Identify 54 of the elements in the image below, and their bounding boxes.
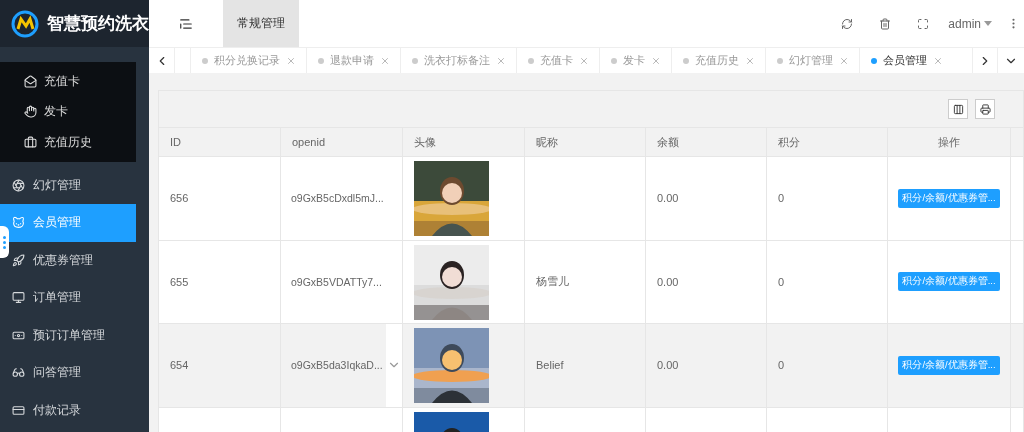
sidebar-item[interactable]: 预订订单管理 bbox=[0, 316, 136, 354]
table-cell: 654 bbox=[170, 359, 189, 372]
sidebar-item[interactable]: 问答管理 bbox=[0, 354, 136, 392]
sidebar-item[interactable]: 付款记录 bbox=[0, 391, 136, 429]
print-button[interactable] bbox=[975, 99, 995, 119]
sidebar-item[interactable]: 订单管理 bbox=[0, 279, 136, 317]
table-cell: 0 bbox=[778, 359, 785, 372]
column-header: 头像 bbox=[414, 134, 436, 150]
table-cell: 0.00 bbox=[657, 359, 679, 372]
submenu-item[interactable]: 发卡 bbox=[0, 96, 136, 127]
header-menu[interactable]: 常规管理 bbox=[223, 0, 299, 47]
table-cell: 0.00 bbox=[657, 192, 679, 205]
table-cell: o9GxB5VDATTy7... bbox=[291, 275, 382, 288]
table-cell: o9GxB5da3IqkaD... bbox=[291, 359, 383, 372]
page-tab[interactable]: 会员管理 bbox=[859, 48, 953, 73]
app-title: 智慧预约洗衣 bbox=[47, 13, 149, 35]
table-cell: 0 bbox=[778, 275, 785, 288]
aperture-icon bbox=[12, 178, 25, 192]
glasses-icon bbox=[12, 366, 25, 380]
cat-icon bbox=[12, 216, 25, 230]
logo-icon bbox=[11, 9, 39, 38]
columns-button[interactable] bbox=[948, 99, 968, 119]
envelope-icon bbox=[24, 74, 37, 88]
sidebar-item[interactable]: 优惠券管理 bbox=[0, 241, 136, 279]
submenu-item[interactable]: 充值卡 bbox=[0, 66, 136, 97]
refresh-icon[interactable] bbox=[841, 17, 854, 30]
card-icon bbox=[12, 403, 25, 417]
menu-icon[interactable] bbox=[179, 16, 193, 31]
monitor-icon bbox=[12, 291, 25, 305]
table-cell: 656 bbox=[170, 192, 189, 205]
trash-icon[interactable] bbox=[879, 17, 892, 30]
column-header: 余额 bbox=[657, 134, 679, 150]
caret-icon bbox=[984, 21, 992, 26]
user-menu[interactable]: admin bbox=[942, 16, 1002, 31]
hand-icon bbox=[24, 105, 37, 119]
column-header: ID bbox=[170, 136, 181, 148]
column-header: openid bbox=[292, 136, 326, 148]
columns-icon bbox=[952, 103, 964, 115]
table-cell: 0 bbox=[778, 192, 785, 205]
column-header: 操作 bbox=[938, 134, 960, 150]
rocket-icon bbox=[12, 253, 25, 267]
briefcase-icon bbox=[24, 135, 37, 149]
column-header: 昵称 bbox=[536, 134, 558, 150]
table-cell: 655 bbox=[170, 275, 189, 288]
fullscreen-icon[interactable] bbox=[917, 17, 930, 30]
printer-icon bbox=[979, 103, 991, 115]
table-cell: 0.00 bbox=[657, 275, 679, 288]
column-header: 积分 bbox=[778, 134, 800, 150]
submenu-item[interactable]: 充值历史 bbox=[0, 127, 136, 158]
table-cell: o9GxB5cDxdl5mJ... bbox=[291, 192, 384, 205]
sidebar-item[interactable]: 幻灯管理 bbox=[0, 166, 136, 204]
table-cell: 杨雪儿 bbox=[536, 274, 569, 290]
table-cell: Belief bbox=[536, 359, 564, 372]
sidebar-handle[interactable] bbox=[0, 226, 9, 258]
